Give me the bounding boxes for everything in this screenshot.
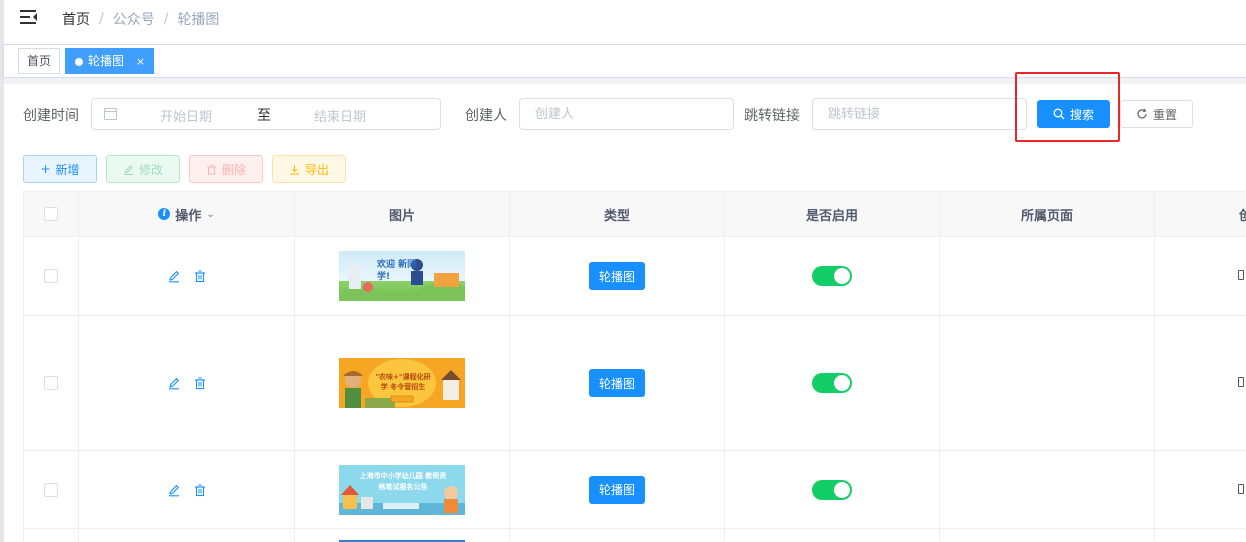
- row-checkbox-cell: [24, 529, 79, 542]
- plus-icon: +: [40, 162, 51, 176]
- partial-icon: [1238, 270, 1244, 280]
- breadcrumb-official-account[interactable]: 公众号: [113, 9, 155, 29]
- info-icon: i: [158, 208, 171, 220]
- row-actions: [79, 529, 295, 542]
- edit-icon[interactable]: [167, 483, 181, 497]
- top-navbar: 首页 / 公众号 / 轮播图: [4, 0, 1246, 38]
- edit-icon: [123, 164, 133, 175]
- row-checkbox[interactable]: [44, 269, 58, 283]
- row-actions: [79, 237, 295, 315]
- thumbnail-text: "农味+"课程化研学 冬令营招生: [375, 373, 431, 391]
- partial-icon: [1238, 377, 1244, 387]
- search-button[interactable]: 搜索: [1037, 100, 1110, 128]
- trash-icon: [206, 164, 216, 174]
- trash-icon[interactable]: [193, 269, 207, 283]
- trash-icon[interactable]: [193, 483, 207, 497]
- row-checkbox[interactable]: [44, 482, 58, 497]
- created-cell: [1155, 237, 1246, 315]
- active-dot-icon: [75, 58, 83, 66]
- thumbnail-text: 上海市中小学幼儿园 教师资格笔试报名公告: [359, 471, 447, 491]
- download-icon: [289, 164, 299, 174]
- edit-button[interactable]: 修改: [106, 155, 180, 183]
- page-cell: [940, 529, 1155, 542]
- tags-view: 首页 轮播图 ×: [4, 44, 1246, 78]
- partial-icon: [1238, 484, 1244, 494]
- link-input[interactable]: [812, 98, 1027, 130]
- created-cell: [1155, 451, 1246, 528]
- table-row: [24, 529, 1246, 542]
- export-button[interactable]: 导出: [272, 155, 346, 183]
- table-row: 上海市中小学幼儿园 教师资格笔试报名公告 轮播图: [24, 451, 1246, 529]
- search-icon: [1053, 108, 1065, 120]
- start-date-input[interactable]: 开始日期: [160, 106, 212, 125]
- close-icon[interactable]: ×: [136, 55, 145, 68]
- breadcrumb-current: 轮播图: [177, 12, 220, 28]
- type-tag: 轮播图: [588, 369, 645, 397]
- select-all-checkbox[interactable]: [44, 207, 58, 221]
- add-button-label: 新增: [55, 162, 80, 177]
- creator-input[interactable]: [519, 98, 734, 130]
- header-checkbox-cell: [24, 192, 79, 237]
- date-range-picker[interactable]: 开始日期 至 结束日期: [91, 98, 441, 130]
- tab-home-label: 首页: [27, 54, 52, 68]
- tab-carousel-label: 轮播图: [88, 54, 125, 68]
- chevron-down-icon: ⌄: [206, 208, 215, 220]
- created-cell: [1155, 529, 1246, 542]
- header-actions-label: 操作: [175, 208, 202, 224]
- menu-toggle-icon[interactable]: [20, 8, 38, 26]
- reset-button[interactable]: 重置: [1120, 100, 1193, 128]
- created-cell: [1155, 316, 1246, 450]
- delete-button[interactable]: 删除: [189, 155, 263, 183]
- edit-icon[interactable]: [167, 269, 181, 283]
- breadcrumb-separator: /: [99, 11, 104, 27]
- header-created: 创: [1155, 192, 1246, 237]
- carousel-table: i 操作 ⌄ 图片 类型 是否启用 所属页面 创 欢迎 新同学!: [23, 191, 1246, 542]
- calendar-icon: [104, 108, 117, 120]
- breadcrumb-home[interactable]: 首页: [62, 9, 90, 29]
- range-separator: 至: [257, 108, 271, 124]
- type-tag: 轮播图: [588, 262, 645, 290]
- carousel-thumbnail[interactable]: 欢迎 新同学!: [339, 251, 465, 301]
- table-row: 欢迎 新同学! 轮播图: [24, 237, 1246, 316]
- enabled-switch[interactable]: [812, 479, 852, 500]
- reset-button-label: 重置: [1152, 107, 1177, 122]
- creator-label: 创建人: [465, 108, 507, 124]
- enabled-cell: [725, 529, 940, 542]
- breadcrumb: 首页 / 公众号 / 轮播图: [62, 9, 219, 29]
- refresh-icon: [1137, 108, 1147, 119]
- header-page: 所属页面: [940, 192, 1155, 237]
- breadcrumb-separator: /: [163, 11, 169, 27]
- created-time-label: 创建时间: [23, 108, 79, 124]
- row-actions: [79, 316, 295, 450]
- carousel-thumbnail[interactable]: 上海市中小学幼儿园 教师资格笔试报名公告: [339, 464, 465, 515]
- row-checkbox[interactable]: [44, 376, 58, 390]
- trash-icon[interactable]: [193, 376, 207, 390]
- type-tag: 轮播图: [588, 475, 645, 504]
- carousel-thumbnail[interactable]: "农味+"课程化研学 冬令营招生: [339, 358, 465, 408]
- header-image: 图片: [295, 192, 510, 237]
- table-row: "农味+"课程化研学 冬令营招生 轮播图: [24, 316, 1246, 451]
- page-cell: [940, 451, 1155, 528]
- edit-button-label: 修改: [138, 162, 163, 177]
- header-enabled: 是否启用: [725, 192, 940, 237]
- search-button-label: 搜索: [1069, 107, 1094, 122]
- enabled-switch[interactable]: [812, 373, 852, 393]
- tab-home[interactable]: 首页: [18, 48, 61, 74]
- export-button-label: 导出: [304, 162, 329, 177]
- edit-icon[interactable]: [167, 376, 181, 390]
- link-label: 跳转链接: [744, 108, 800, 124]
- end-date-input[interactable]: 结束日期: [314, 106, 366, 125]
- add-button[interactable]: + 新增: [23, 155, 97, 183]
- delete-button-label: 删除: [221, 162, 246, 177]
- thumbnail-text: 欢迎 新同学!: [377, 260, 417, 282]
- tab-carousel[interactable]: 轮播图 ×: [65, 48, 155, 74]
- type-cell: [510, 529, 725, 542]
- header-actions[interactable]: i 操作 ⌄: [79, 192, 295, 237]
- row-actions: [79, 451, 295, 528]
- page-cell: [940, 316, 1155, 450]
- page-cell: [940, 237, 1155, 315]
- divider: [4, 78, 1246, 84]
- enabled-switch[interactable]: [812, 266, 852, 286]
- header-type: 类型: [510, 192, 725, 237]
